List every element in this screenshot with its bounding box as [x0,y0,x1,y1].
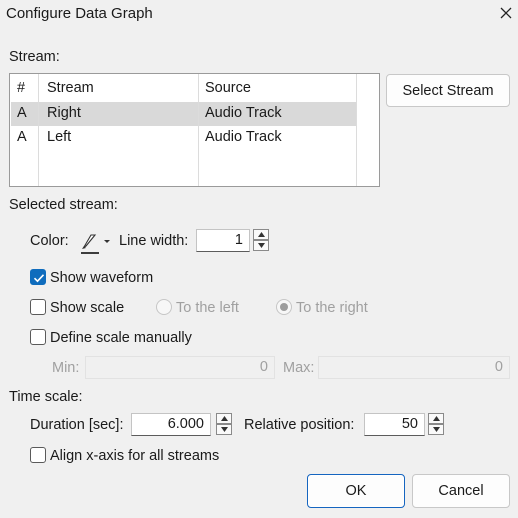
chevron-up-icon [432,416,440,421]
chevron-up-icon [220,416,228,421]
column-divider [356,74,357,186]
selected-stream-label: Selected stream: [9,197,118,213]
relative-position-up[interactable] [428,413,444,424]
to-the-left-radio[interactable] [156,299,172,315]
define-scale-checkbox[interactable] [30,329,46,345]
to-the-right-label[interactable]: To the right [296,300,368,316]
define-scale-label[interactable]: Define scale manually [50,330,192,346]
chevron-down-icon [220,427,228,432]
duration-label: Duration [sec]: [30,417,124,433]
show-waveform-label[interactable]: Show waveform [50,270,153,286]
row-num[interactable]: A [17,129,27,145]
to-the-left-label[interactable]: To the left [176,300,239,316]
chevron-down-icon [257,243,265,248]
dialog-title: Configure Data Graph [6,5,153,22]
line-width-label: Line width: [119,233,189,249]
align-x-axis-label[interactable]: Align x-axis for all streams [50,448,219,464]
brush-icon [81,234,110,254]
chevron-up-icon [257,232,265,237]
color-label: Color: [30,233,69,249]
duration-input[interactable]: 6.000 [131,413,211,436]
line-width-up[interactable] [253,229,269,240]
stream-section-label: Stream: [9,49,60,65]
show-scale-checkbox[interactable] [30,299,46,315]
show-waveform-checkbox[interactable] [30,269,46,285]
column-header-num[interactable]: # [17,80,25,96]
checkmark-icon [33,274,45,283]
min-label: Min: [52,360,80,376]
row-stream[interactable]: Right [47,105,81,121]
show-scale-label[interactable]: Show scale [50,300,124,316]
ok-button[interactable]: OK [307,474,405,508]
column-divider [198,74,199,186]
column-header-source[interactable]: Source [205,80,251,96]
max-input[interactable]: 0 [318,356,510,379]
time-scale-label: Time scale: [9,389,83,405]
relative-position-input[interactable]: 50 [364,413,425,436]
to-the-right-radio[interactable] [276,299,292,315]
row-source[interactable]: Audio Track [205,105,282,121]
relative-position-down[interactable] [428,424,444,435]
duration-down[interactable] [216,424,232,435]
row-source[interactable]: Audio Track [205,129,282,145]
column-header-stream[interactable]: Stream [47,80,94,96]
align-x-axis-checkbox[interactable] [30,447,46,463]
max-label: Max: [283,360,315,376]
chevron-down-icon [432,427,440,432]
min-input[interactable]: 0 [85,356,275,379]
duration-up[interactable] [216,413,232,424]
select-stream-button[interactable]: Select Stream [386,74,510,107]
line-width-down[interactable] [253,240,269,251]
close-icon[interactable] [497,4,515,22]
column-divider [38,74,39,186]
line-width-input[interactable]: 1 [196,229,250,252]
cancel-button[interactable]: Cancel [412,474,510,508]
stream-list[interactable]: # Stream Source A Right Audio Track A Le… [9,73,380,187]
row-num[interactable]: A [17,105,27,121]
color-picker-button[interactable] [77,230,114,254]
row-stream[interactable]: Left [47,129,71,145]
relative-position-label: Relative position: [244,417,355,433]
